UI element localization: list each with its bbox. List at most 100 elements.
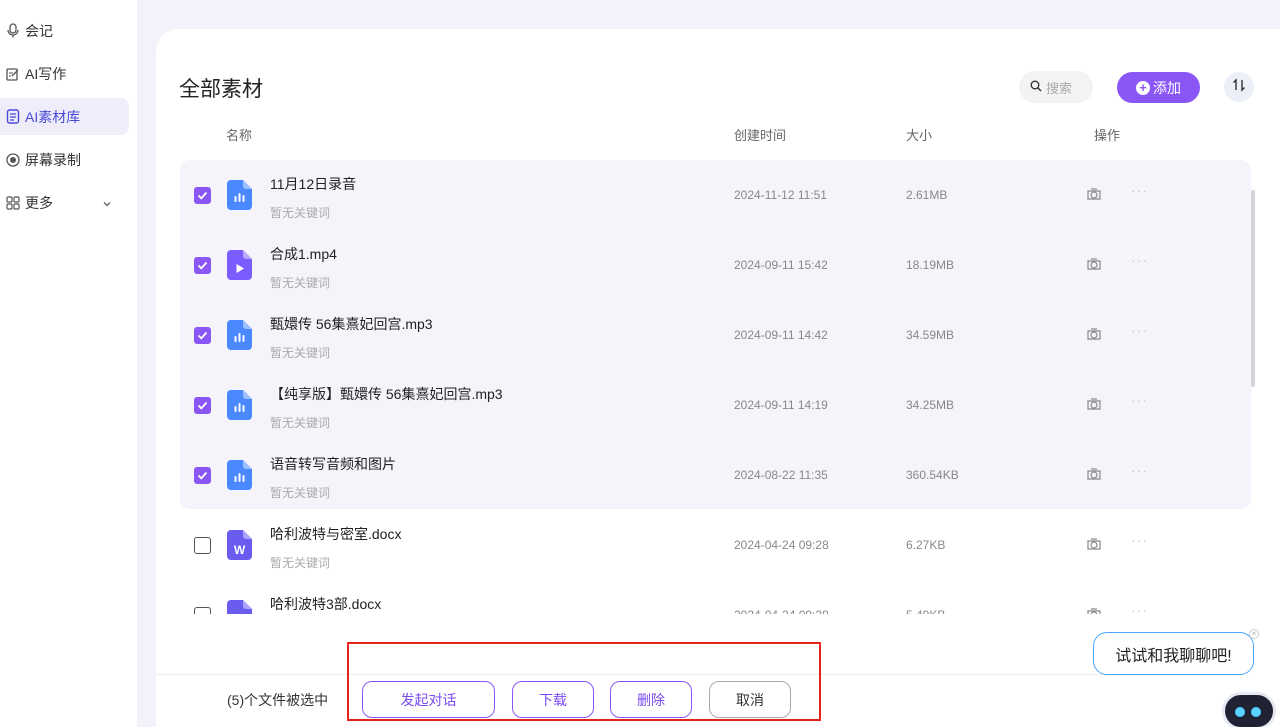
file-size: 34.59MB xyxy=(906,328,955,342)
more-options-icon[interactable]: ··· xyxy=(1131,462,1148,478)
sidebar-item-ai-writing[interactable]: AI写作 xyxy=(0,55,129,92)
svg-text:W: W xyxy=(234,613,246,614)
file-keywords: 暂无关键词 xyxy=(270,556,331,570)
more-options-icon[interactable]: ··· xyxy=(1131,532,1148,548)
row-checkbox[interactable] xyxy=(194,607,211,614)
file-size: 2.61MB xyxy=(906,188,948,202)
chat-file-icon[interactable] xyxy=(1085,397,1103,418)
file-date: 2024-04-24 09:28 xyxy=(734,538,829,552)
record-icon xyxy=(5,152,20,167)
column-header-created: 创建时间 xyxy=(734,128,787,143)
avatar-eye xyxy=(1235,707,1245,717)
file-size: 5.49KB xyxy=(906,608,945,614)
search-input[interactable]: 搜索 xyxy=(1019,71,1093,103)
file-keywords: 暂无关键词 xyxy=(270,206,331,220)
sidebar-item-meeting[interactable]: 会记 xyxy=(0,12,129,49)
row-checkbox[interactable] xyxy=(194,327,211,344)
chat-file-icon[interactable] xyxy=(1085,467,1103,488)
more-options-icon[interactable]: ··· xyxy=(1131,252,1148,268)
chat-bubble[interactable]: 试试和我聊聊吧! xyxy=(1093,632,1254,675)
column-header-size: 大小 xyxy=(906,128,933,143)
audio-file-icon xyxy=(227,390,252,420)
more-options-icon[interactable]: ··· xyxy=(1131,322,1148,338)
chevron-down-icon xyxy=(102,196,112,212)
file-date: 2024-09-11 15:42 xyxy=(734,258,828,272)
row-checkbox[interactable] xyxy=(194,397,211,414)
row-checkbox[interactable] xyxy=(194,537,211,554)
file-keywords: 暂无关键词 xyxy=(270,416,331,430)
file-name[interactable]: 语音转写音频和图片 xyxy=(270,454,396,474)
column-header-actions: 操作 xyxy=(1094,128,1121,143)
sidebar-item-ai-library[interactable]: AI素材库 xyxy=(0,98,129,135)
table-row[interactable]: 甄嬛传 56集熹妃回宫.mp3 暂无关键词 2024-09-11 14:42 34.5… xyxy=(180,300,1251,370)
search-icon xyxy=(1030,80,1046,95)
more-options-icon[interactable]: ··· xyxy=(1131,602,1148,614)
plus-icon: + xyxy=(1136,80,1150,95)
file-keywords: 暂无关键词 xyxy=(270,276,331,290)
more-options-icon[interactable]: ··· xyxy=(1131,182,1148,198)
close-icon[interactable]: × xyxy=(1249,629,1259,639)
file-name[interactable]: 合成1.mp4 xyxy=(270,244,337,264)
table-row[interactable]: 11月12日录音暂无关键词 2024-11-12 11:51 2.61MB ··· xyxy=(180,160,1251,230)
sort-button[interactable] xyxy=(1224,72,1254,102)
table-row[interactable]: 【纯享版】甄嬛传 56集熹妃回宫.mp3 暂无关键词 2024-09-11 14:1… xyxy=(180,370,1251,440)
sidebar-item-label: 屏幕录制 xyxy=(25,151,81,168)
file-name[interactable]: 哈利波特3部.docx xyxy=(270,594,381,614)
file-size: 360.54KB xyxy=(906,468,959,482)
chat-file-icon[interactable] xyxy=(1085,607,1103,614)
chat-file-icon[interactable] xyxy=(1085,257,1103,278)
table-row[interactable]: 语音转写音频和图片 暂无关键词 2024-08-22 11:35 360.54KB ··… xyxy=(180,440,1251,510)
file-size: 18.19MB xyxy=(906,258,955,272)
svg-text:W: W xyxy=(234,543,246,557)
chat-file-icon[interactable] xyxy=(1085,327,1103,348)
video-file-icon xyxy=(227,250,252,280)
sidebar-item-label: AI素材库 xyxy=(25,108,81,125)
grid-icon xyxy=(5,195,20,210)
file-keywords: 暂无关键词 xyxy=(270,346,331,360)
file-date: 2024-11-12 11:51 xyxy=(734,188,827,202)
column-header-name: 名称 xyxy=(226,128,253,143)
table-row[interactable]: W哈利波特3部.docx暂无关键词2024-04-24 09:285.49KB·… xyxy=(180,580,1251,614)
file-name[interactable]: 哈利波特与密室.docx xyxy=(270,524,401,544)
audio-file-icon xyxy=(227,180,252,210)
file-date: 2024-09-11 14:42 xyxy=(734,328,828,342)
row-checkbox[interactable] xyxy=(194,467,211,484)
file-size: 34.25MB xyxy=(906,398,955,412)
file-size: 6.27KB xyxy=(906,538,946,552)
chat-file-icon[interactable] xyxy=(1085,537,1103,558)
sidebar-item-label: 更多 xyxy=(25,194,53,211)
highlight-box xyxy=(347,642,821,721)
sidebar: 会记 AI写作 AI素材库 屏幕录制 更多 xyxy=(0,0,137,727)
file-date: 2024-08-22 11:35 xyxy=(734,468,828,482)
row-checkbox[interactable] xyxy=(194,257,211,274)
scrollbar[interactable] xyxy=(1251,190,1255,387)
sidebar-item-label: 会记 xyxy=(25,22,53,39)
file-list: 11月12日录音 暂无关键词 2024-11-12 11:51 2.61MB ··· 合成… xyxy=(180,160,1255,614)
sidebar-item-label: AI写作 xyxy=(25,65,67,82)
file-name[interactable]: 【纯享版】甄嬛传 56集熹妃回宫.mp3 xyxy=(270,384,503,404)
document-icon xyxy=(5,109,20,124)
table-row[interactable]: W 哈利波特与密室.docx 暂无关键词 2024-04-24 09:28 6.27KB… xyxy=(180,510,1251,580)
row-checkbox[interactable] xyxy=(194,187,211,204)
audio-file-icon xyxy=(227,460,252,490)
add-button-label: 添加 xyxy=(1153,79,1181,96)
main-panel: 全部素材 搜索 + 添加 名称 创建时间 大小 操作 11月12日录音暂无关键词… xyxy=(156,29,1280,727)
file-date: 2024-09-11 14:19 xyxy=(734,398,828,412)
assistant-avatar[interactable] xyxy=(1222,692,1276,727)
page-title: 全部素材 xyxy=(179,78,263,101)
avatar-eye xyxy=(1251,707,1261,717)
file-name[interactable]: 11月12日录音 xyxy=(270,174,356,194)
sidebar-item-more[interactable]: 更多 xyxy=(0,184,129,221)
chat-file-icon[interactable] xyxy=(1085,187,1103,208)
more-options-icon[interactable]: ··· xyxy=(1131,392,1148,408)
sort-icon xyxy=(1232,77,1246,97)
word-file-icon: W xyxy=(227,600,252,614)
sidebar-item-screen-record[interactable]: 屏幕录制 xyxy=(0,141,129,178)
file-name[interactable]: 甄嬛传 56集熹妃回宫.mp3 xyxy=(270,314,433,334)
add-button[interactable]: + 添加 xyxy=(1117,72,1200,103)
audio-file-icon xyxy=(227,320,252,350)
mic-icon xyxy=(5,23,20,38)
selection-count: (5)个文件被选中 xyxy=(227,692,329,708)
word-file-icon: W xyxy=(227,530,252,560)
table-row[interactable]: 合成1.mp4 暂无关键词 2024-09-11 15:42 18.19MB ··· xyxy=(180,230,1251,300)
